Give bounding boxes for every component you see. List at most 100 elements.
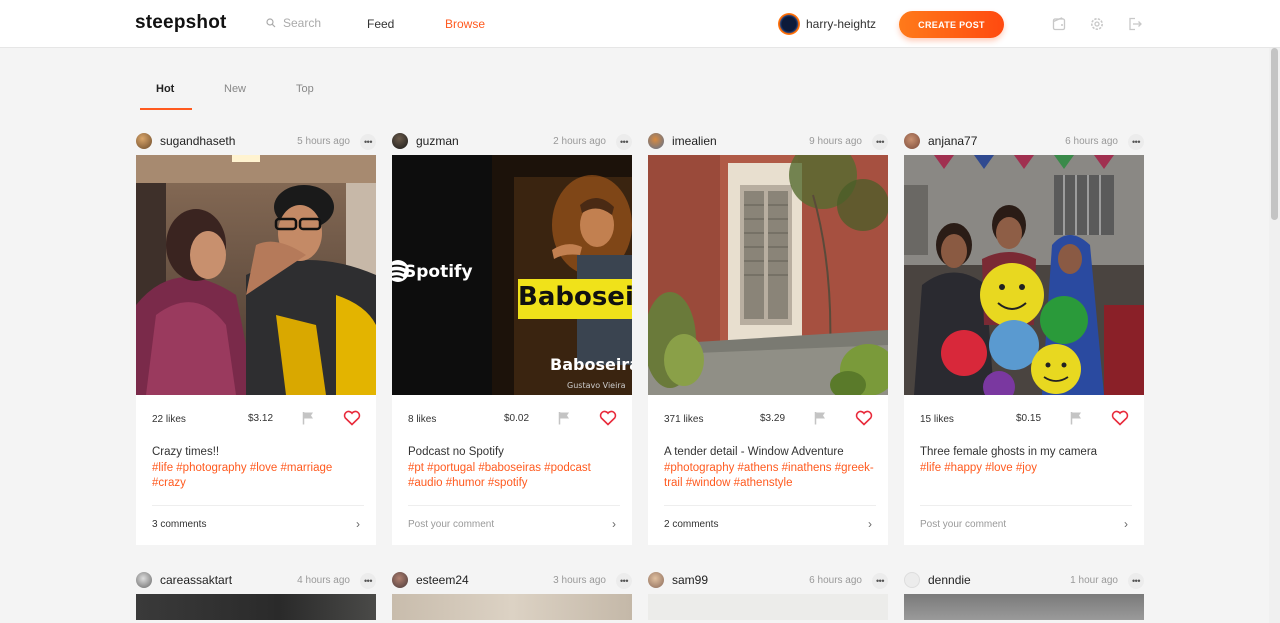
comment-input-placeholder[interactable]: Post your comment	[920, 519, 1006, 530]
post-author[interactable]: imealien	[672, 134, 717, 148]
divider	[920, 505, 1132, 506]
chevron-right-icon[interactable]: ›	[1124, 517, 1128, 531]
flag-icon[interactable]	[1069, 411, 1083, 425]
divider	[664, 505, 876, 506]
tab-hot[interactable]: Hot	[156, 83, 174, 95]
post-header: sam99 6 hours ago •••	[648, 570, 888, 590]
post-photo[interactable]	[904, 155, 1144, 395]
post-author[interactable]: guzman	[416, 134, 459, 148]
post-photo[interactable]	[136, 155, 376, 395]
logout-icon[interactable]	[1126, 15, 1144, 33]
username: harry-heightz	[806, 17, 877, 31]
post-author[interactable]: careassaktart	[160, 573, 232, 587]
post-photo[interactable]	[648, 155, 888, 395]
post-description: Podcast no Spotify #pt #portugal #babose…	[408, 445, 620, 492]
nav-browse-link[interactable]: Browse	[445, 17, 485, 31]
heart-icon[interactable]	[343, 410, 361, 426]
steepshot-logo[interactable]: steepshot	[135, 12, 227, 34]
post-title: A tender detail - Window Adventure	[664, 446, 844, 458]
likes-count[interactable]: 8 likes	[408, 414, 436, 425]
comments-link[interactable]: 3 comments	[152, 519, 206, 530]
more-options-button[interactable]: •••	[360, 573, 376, 589]
create-post-button[interactable]: CREATE POST	[899, 11, 1004, 38]
more-options-button[interactable]: •••	[616, 134, 632, 150]
post-title: Crazy times!!	[152, 446, 220, 458]
heart-icon[interactable]	[855, 410, 873, 426]
heart-icon[interactable]	[1111, 410, 1129, 426]
more-options-button[interactable]: •••	[616, 573, 632, 589]
post-header: sugandhaseth 5 hours ago •••	[136, 131, 376, 151]
post-header: careassaktart 4 hours ago •••	[136, 570, 376, 590]
image-brand-text: Spotify	[404, 262, 473, 282]
post-tags[interactable]: #pt #portugal #baboseiras #podcast #audi…	[408, 461, 620, 492]
post-tags[interactable]: #life #happy #love #joy	[920, 461, 1132, 477]
likes-count[interactable]: 371 likes	[664, 414, 703, 425]
chevron-right-icon[interactable]: ›	[356, 517, 360, 531]
comments-link[interactable]: 2 comments	[664, 519, 718, 530]
post-photo[interactable]	[392, 594, 632, 620]
post-header: denndie 1 hour ago •••	[904, 570, 1144, 590]
post-description: Three female ghosts in my camera #life #…	[920, 445, 1132, 476]
flag-icon[interactable]	[301, 411, 315, 425]
scrollbar-thumb[interactable]	[1271, 48, 1278, 220]
more-options-button[interactable]: •••	[872, 573, 888, 589]
post-author[interactable]: sugandhaseth	[160, 134, 235, 148]
post-photo[interactable]: Babosei Spotify Baboseiras Gustavo Vieir…	[392, 155, 632, 395]
post-header: anjana77 6 hours ago •••	[904, 131, 1144, 151]
image-show-title-large: Babosei	[518, 282, 632, 312]
chevron-right-icon[interactable]: ›	[868, 517, 872, 531]
search-box[interactable]: Search	[266, 16, 321, 30]
divider	[152, 505, 364, 506]
tab-top[interactable]: Top	[296, 83, 314, 95]
avatar[interactable]	[136, 133, 152, 149]
post-tags[interactable]: #life #photography #love #marriage #craz…	[152, 461, 364, 492]
user-profile-link[interactable]: harry-heightz	[778, 13, 876, 35]
post-author[interactable]: denndie	[928, 573, 971, 587]
post-time: 2 hours ago	[553, 136, 606, 147]
post-photo[interactable]	[648, 594, 888, 620]
post-author[interactable]: sam99	[672, 573, 708, 587]
more-options-button[interactable]: •••	[1128, 573, 1144, 589]
likes-count[interactable]: 22 likes	[152, 414, 186, 425]
top-navigation-bar: steepshot Search Feed Browse harry-heigh…	[0, 0, 1280, 48]
divider	[408, 505, 620, 506]
avatar[interactable]	[904, 572, 920, 588]
post-time: 6 hours ago	[809, 575, 862, 586]
post-body: 371 likes $3.29 A tender detail - Window…	[648, 395, 888, 545]
avatar[interactable]	[648, 133, 664, 149]
post-author[interactable]: anjana77	[928, 134, 977, 148]
more-options-button[interactable]: •••	[360, 134, 376, 150]
post-time: 6 hours ago	[1065, 136, 1118, 147]
avatar[interactable]	[904, 133, 920, 149]
post-time: 4 hours ago	[297, 575, 350, 586]
post-author[interactable]: esteem24	[416, 573, 469, 587]
likes-count[interactable]: 15 likes	[920, 414, 954, 425]
more-options-button[interactable]: •••	[872, 134, 888, 150]
avatar[interactable]	[136, 572, 152, 588]
post-description: A tender detail - Window Adventure #phot…	[664, 445, 876, 492]
more-options-button[interactable]: •••	[1128, 134, 1144, 150]
heart-icon[interactable]	[599, 410, 617, 426]
post-time: 5 hours ago	[297, 136, 350, 147]
nav-feed-link[interactable]: Feed	[367, 17, 394, 31]
post-header: guzman 2 hours ago •••	[392, 131, 632, 151]
avatar[interactable]	[392, 133, 408, 149]
settings-icon[interactable]	[1088, 15, 1106, 33]
post-photo[interactable]	[136, 594, 376, 620]
post-tags[interactable]: #photography #athens #inathens #greek-tr…	[664, 461, 876, 492]
post-title: Three female ghosts in my camera	[920, 446, 1098, 458]
post-title: Podcast no Spotify	[408, 446, 504, 458]
wallet-icon[interactable]	[1050, 15, 1068, 33]
avatar[interactable]	[392, 572, 408, 588]
payout-amount: $3.12	[248, 413, 274, 424]
post-photo[interactable]	[904, 594, 1144, 620]
tab-new[interactable]: New	[224, 83, 246, 95]
comment-input-placeholder[interactable]: Post your comment	[408, 519, 494, 530]
avatar[interactable]	[648, 572, 664, 588]
payout-amount: $0.15	[1016, 413, 1042, 424]
flag-icon[interactable]	[813, 411, 827, 425]
flag-icon[interactable]	[557, 411, 571, 425]
chevron-right-icon[interactable]: ›	[612, 517, 616, 531]
post-description: Crazy times!! #life #photography #love #…	[152, 445, 364, 492]
post-header: esteem24 3 hours ago •••	[392, 570, 632, 590]
